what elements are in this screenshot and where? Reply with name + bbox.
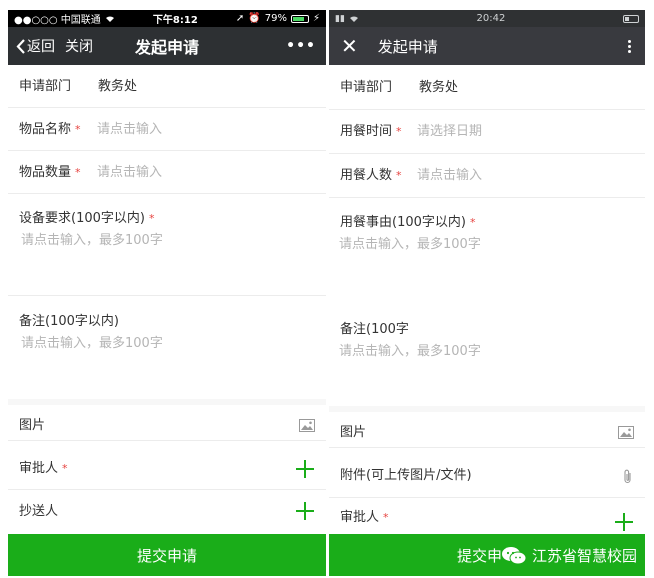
department-row: 申请部门 教务处	[8, 65, 326, 108]
add-approver-plus-icon[interactable]	[296, 460, 314, 478]
approver-label: 审批人 *	[340, 510, 389, 525]
location-icon: ➚	[235, 13, 245, 24]
add-approver-plus-icon[interactable]	[615, 513, 633, 531]
department-value: 教务处	[98, 79, 138, 94]
meal-time-label: 用餐时间 *	[340, 124, 402, 139]
status-time: 20:42	[476, 13, 506, 24]
nav-bar: 返回 关闭 发起申请 •••	[8, 27, 326, 65]
approver-label: 审批人 *	[19, 461, 68, 476]
kebab-menu-icon[interactable]	[628, 39, 631, 53]
meal-time-picker[interactable]: 请选择日期	[417, 110, 482, 154]
meal-reason-row[interactable]: 用餐事由(100字以内) * 请点击输入，最多100字	[329, 198, 645, 306]
required-mark: *	[383, 511, 389, 524]
submit-label: 提交申	[457, 546, 503, 565]
paperclip-icon[interactable]	[623, 469, 633, 484]
more-menu-button[interactable]: •••	[286, 38, 316, 54]
equipment-textarea[interactable]: 请点击输入，最多100字	[21, 229, 163, 248]
meal-people-input[interactable]: 请点击输入	[417, 154, 482, 198]
meal-reason-textarea[interactable]: 请点击输入，最多100字	[339, 233, 481, 252]
image-icon[interactable]	[618, 426, 634, 439]
cc-label: 抄送人	[19, 504, 59, 519]
remark-row[interactable]: 备注(100字 请点击输入，最多100字	[329, 306, 645, 406]
watermark-text: 江苏省智慧校园	[531, 547, 637, 565]
signal-icon: ▮▮	[335, 13, 345, 24]
page-title: 发起申请	[377, 37, 438, 56]
nav-bar: ✕ 发起申请	[329, 27, 645, 65]
required-mark: *	[469, 216, 476, 229]
carrier-text: ●●○○○ 中国联通	[14, 15, 101, 26]
meal-time-row[interactable]: 用餐时间 * 请选择日期	[329, 110, 645, 154]
remark-textarea[interactable]: 请点击输入，最多100字	[21, 332, 163, 351]
approver-row[interactable]: 审批人 *	[329, 498, 645, 534]
image-icon[interactable]	[299, 419, 315, 432]
required-mark: *	[396, 125, 402, 138]
department-value: 教务处	[419, 80, 459, 95]
wifi-icon	[105, 15, 114, 22]
equipment-label: 设备要求(100字以内) *	[19, 211, 155, 226]
picture-label: 图片	[340, 425, 367, 440]
status-bar: ▮▮ 20:42	[329, 10, 645, 27]
chevron-left-icon	[16, 38, 25, 54]
item-quantity-label: 物品数量 *	[19, 165, 81, 180]
equipment-requirement-row[interactable]: 设备要求(100字以内) * 请点击输入，最多100字	[8, 194, 326, 296]
submit-button[interactable]: 提交申请	[8, 534, 326, 576]
remark-textarea[interactable]: 请点击输入，最多100字	[339, 340, 481, 359]
remark-row[interactable]: 备注(100字以内) 请点击输入，最多100字	[8, 296, 326, 399]
close-button[interactable]: 关闭	[65, 36, 93, 56]
wechat-logo-icon	[501, 546, 527, 564]
item-name-label: 物品名称 *	[19, 122, 81, 137]
item-name-input[interactable]: 请点击输入	[97, 108, 162, 151]
required-mark: *	[75, 123, 81, 136]
watermark: 江苏省智慧校园	[501, 545, 637, 566]
picture-row[interactable]: 图片	[8, 399, 326, 441]
department-label: 申请部门	[19, 79, 72, 94]
page-title: 发起申请	[134, 38, 199, 57]
back-label: 返回	[27, 39, 55, 55]
back-button[interactable]: 返回	[8, 36, 55, 56]
required-mark: *	[148, 212, 155, 225]
department-label: 申请部门	[340, 80, 393, 95]
status-bar: ●●○○○ 中国联通 下午8:12 ➚ ⏰ 79% ⚡	[8, 10, 326, 27]
right-phone-screen: ▮▮ 20:42 ✕ 发起申请 申请部门 教务处 用餐时间 * 请选择日期 用餐人…	[329, 10, 645, 576]
picture-row[interactable]: 图片	[329, 406, 645, 448]
picture-label: 图片	[19, 418, 46, 433]
close-x-icon[interactable]: ✕	[341, 36, 358, 56]
item-quantity-input[interactable]: 请点击输入	[97, 151, 162, 194]
required-mark: *	[396, 169, 402, 182]
required-mark: *	[75, 166, 81, 179]
status-time: 下午8:12	[152, 15, 198, 26]
cc-row[interactable]: 抄送人	[8, 490, 326, 533]
department-row: 申请部门 教务处	[329, 65, 645, 110]
attachment-row[interactable]: 附件(可上传图片/文件)	[329, 454, 645, 498]
item-quantity-row[interactable]: 物品数量 * 请点击输入	[8, 151, 326, 194]
meal-reason-label: 用餐事由(100字以内) *	[340, 215, 476, 230]
battery-icon	[290, 14, 309, 23]
meal-people-row[interactable]: 用餐人数 * 请点击输入	[329, 154, 645, 198]
required-mark: *	[62, 462, 68, 475]
approver-row[interactable]: 审批人 *	[8, 447, 326, 490]
meal-people-label: 用餐人数 *	[340, 168, 402, 183]
left-phone-screen: ●●○○○ 中国联通 下午8:12 ➚ ⏰ 79% ⚡ 返回 关闭 发起申请 •…	[8, 10, 326, 576]
remark-label: 备注(100字	[340, 322, 409, 337]
wifi-icon	[349, 15, 358, 22]
remark-label: 备注(100字以内)	[19, 314, 119, 329]
battery-percent: 79%	[264, 13, 287, 24]
charging-icon: ⚡	[312, 13, 320, 24]
alarm-icon: ⏰	[248, 13, 261, 24]
item-name-row[interactable]: 物品名称 * 请点击输入	[8, 108, 326, 151]
battery-icon	[622, 14, 639, 23]
attachment-label: 附件(可上传图片/文件)	[340, 468, 472, 483]
add-cc-plus-icon[interactable]	[296, 502, 314, 520]
